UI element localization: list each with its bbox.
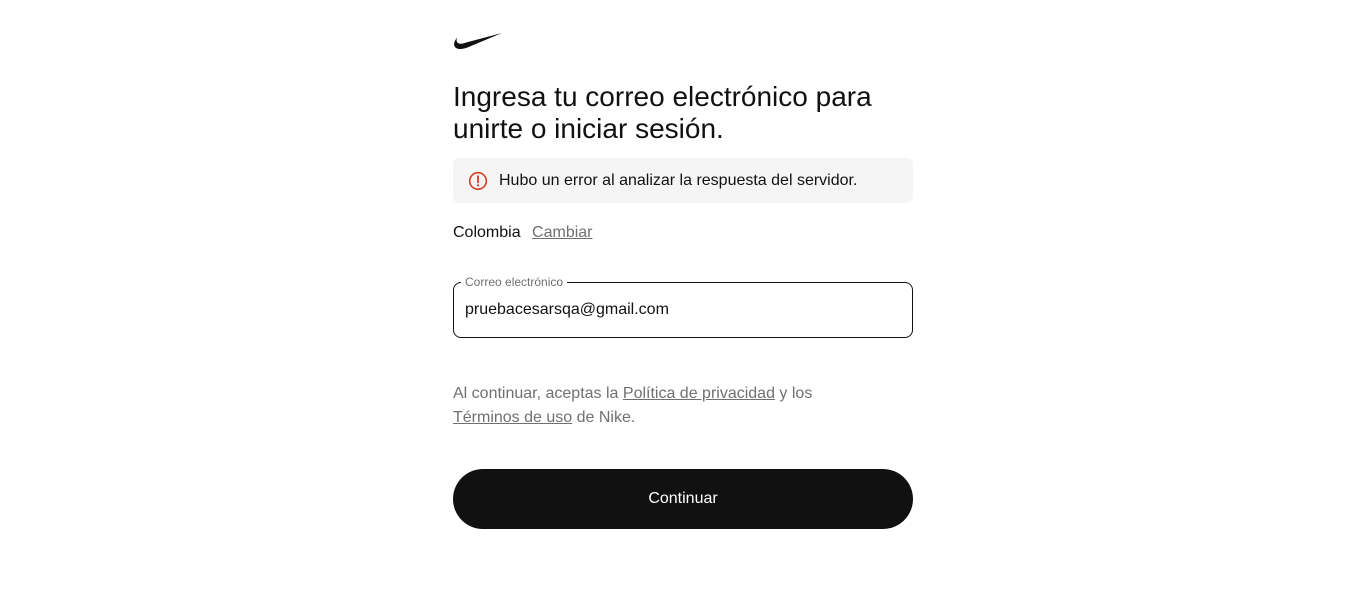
page-title-line-2: unirte o iniciar sesión. bbox=[453, 113, 724, 144]
exclamation-circle-icon bbox=[468, 171, 488, 191]
page-title: Ingresa tu correo electrónico para unirt… bbox=[453, 81, 913, 145]
legal-prefix: Al continuar, aceptas la bbox=[453, 385, 623, 402]
country-name: Colombia bbox=[453, 224, 521, 241]
nike-swoosh-icon[interactable] bbox=[453, 31, 503, 51]
error-banner: Hubo un error al analizar la respuesta d… bbox=[453, 158, 913, 203]
change-country-link[interactable]: Cambiar bbox=[532, 224, 592, 241]
legal-notice: Al continuar, aceptas la Política de pri… bbox=[453, 382, 913, 430]
country-selector: Colombia Cambiar bbox=[453, 223, 593, 243]
legal-middle: y los bbox=[774, 385, 813, 402]
email-input[interactable] bbox=[465, 300, 895, 320]
terms-of-use-link[interactable]: Términos de uso bbox=[453, 409, 572, 426]
page-title-line-1: Ingresa tu correo electrónico para bbox=[453, 81, 872, 112]
email-field[interactable]: Correo electrónico bbox=[453, 275, 913, 338]
error-message: Hubo un error al analizar la respuesta d… bbox=[499, 172, 858, 189]
continue-button[interactable]: Continuar bbox=[453, 469, 913, 529]
privacy-policy-link[interactable]: Política de privacidad bbox=[623, 385, 775, 402]
email-field-label: Correo electrónico bbox=[461, 275, 568, 289]
legal-suffix: de Nike. bbox=[572, 409, 636, 426]
